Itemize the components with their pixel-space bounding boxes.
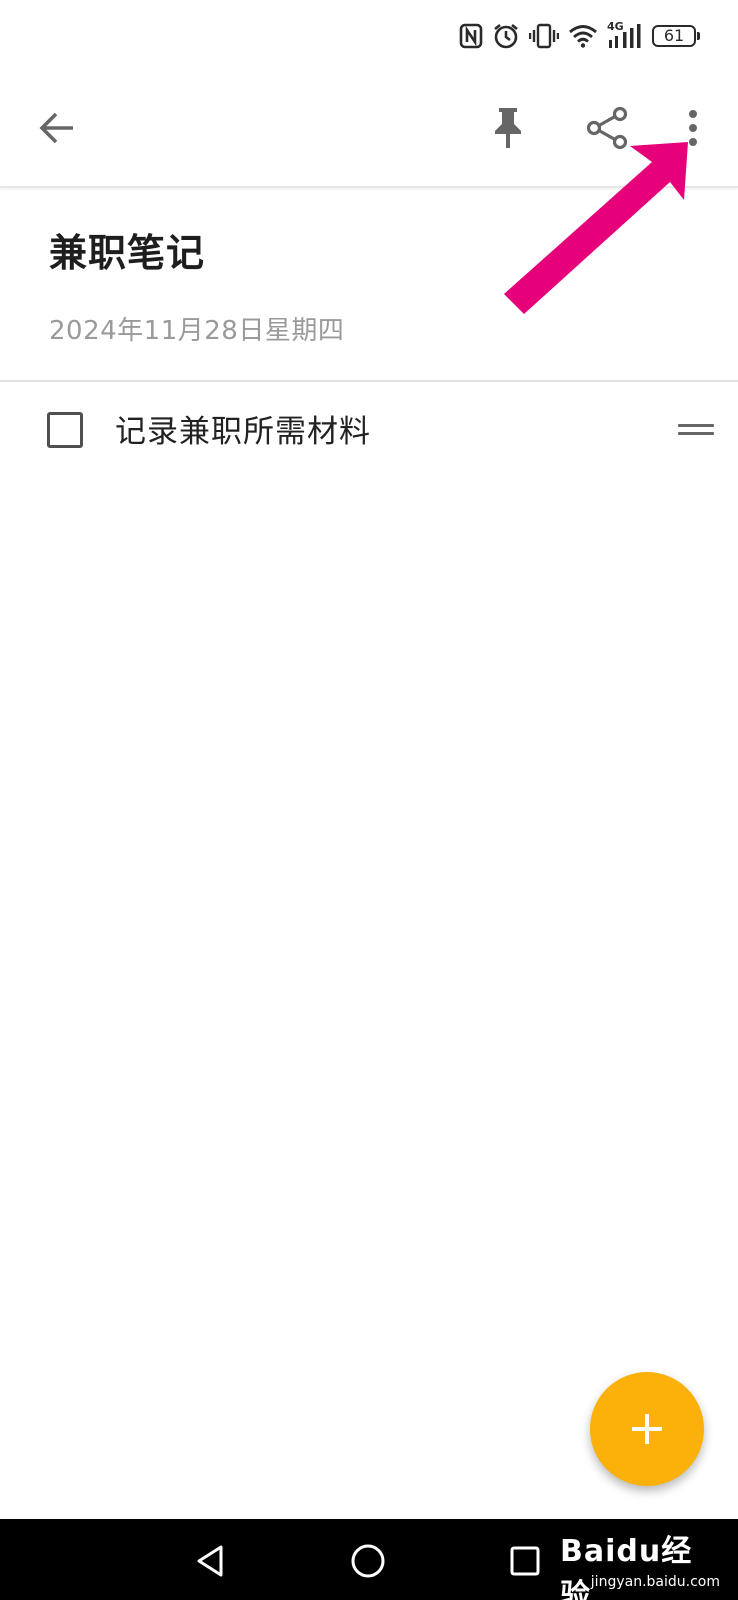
drag-handle-icon[interactable] xyxy=(678,420,714,440)
plus-icon xyxy=(632,1414,662,1444)
nav-recent-icon xyxy=(510,1546,540,1576)
wifi-icon xyxy=(569,25,597,48)
share-icon xyxy=(586,106,628,150)
note-header: 兼职笔记 2024年11月28日星期四 xyxy=(0,188,738,382)
battery-level: 61 xyxy=(663,26,685,45)
nav-home-icon xyxy=(351,1544,385,1578)
top-toolbar xyxy=(0,70,738,188)
status-bar: 4G 61 xyxy=(0,0,738,70)
nav-home-button[interactable] xyxy=(338,1531,398,1591)
alarm-icon xyxy=(494,23,518,49)
checklist-item: 记录兼职所需材料 xyxy=(0,382,738,478)
checklist-item-text[interactable]: 记录兼职所需材料 xyxy=(115,406,371,451)
status-icons: 4G 61 xyxy=(459,20,700,52)
more-vertical-icon xyxy=(689,110,697,146)
nav-back-button[interactable] xyxy=(180,1531,240,1591)
more-options-button[interactable] xyxy=(663,98,723,158)
back-button[interactable] xyxy=(27,98,87,158)
item-checkbox[interactable] xyxy=(47,412,83,448)
note-screen: 4G 61 兼职笔记 2024年11月28日星期四 记录兼职所需材料 Baidu… xyxy=(0,0,738,1600)
pin-icon xyxy=(495,108,521,148)
signal-icon: 4G xyxy=(607,20,643,50)
back-arrow-icon xyxy=(39,112,73,144)
share-button[interactable] xyxy=(577,98,637,158)
pin-button[interactable] xyxy=(478,98,538,158)
nav-back-icon xyxy=(197,1545,223,1577)
add-item-button[interactable] xyxy=(590,1372,704,1486)
checklist: 记录兼职所需材料 xyxy=(0,382,738,478)
note-date: 2024年11月28日星期四 xyxy=(49,316,345,346)
nfc-icon xyxy=(459,23,483,49)
nav-recent-button[interactable] xyxy=(495,1531,555,1591)
navigation-bar xyxy=(0,1519,738,1600)
battery-icon: 61 xyxy=(652,25,700,47)
vibrate-icon xyxy=(529,23,559,49)
note-title[interactable]: 兼职笔记 xyxy=(49,222,205,277)
